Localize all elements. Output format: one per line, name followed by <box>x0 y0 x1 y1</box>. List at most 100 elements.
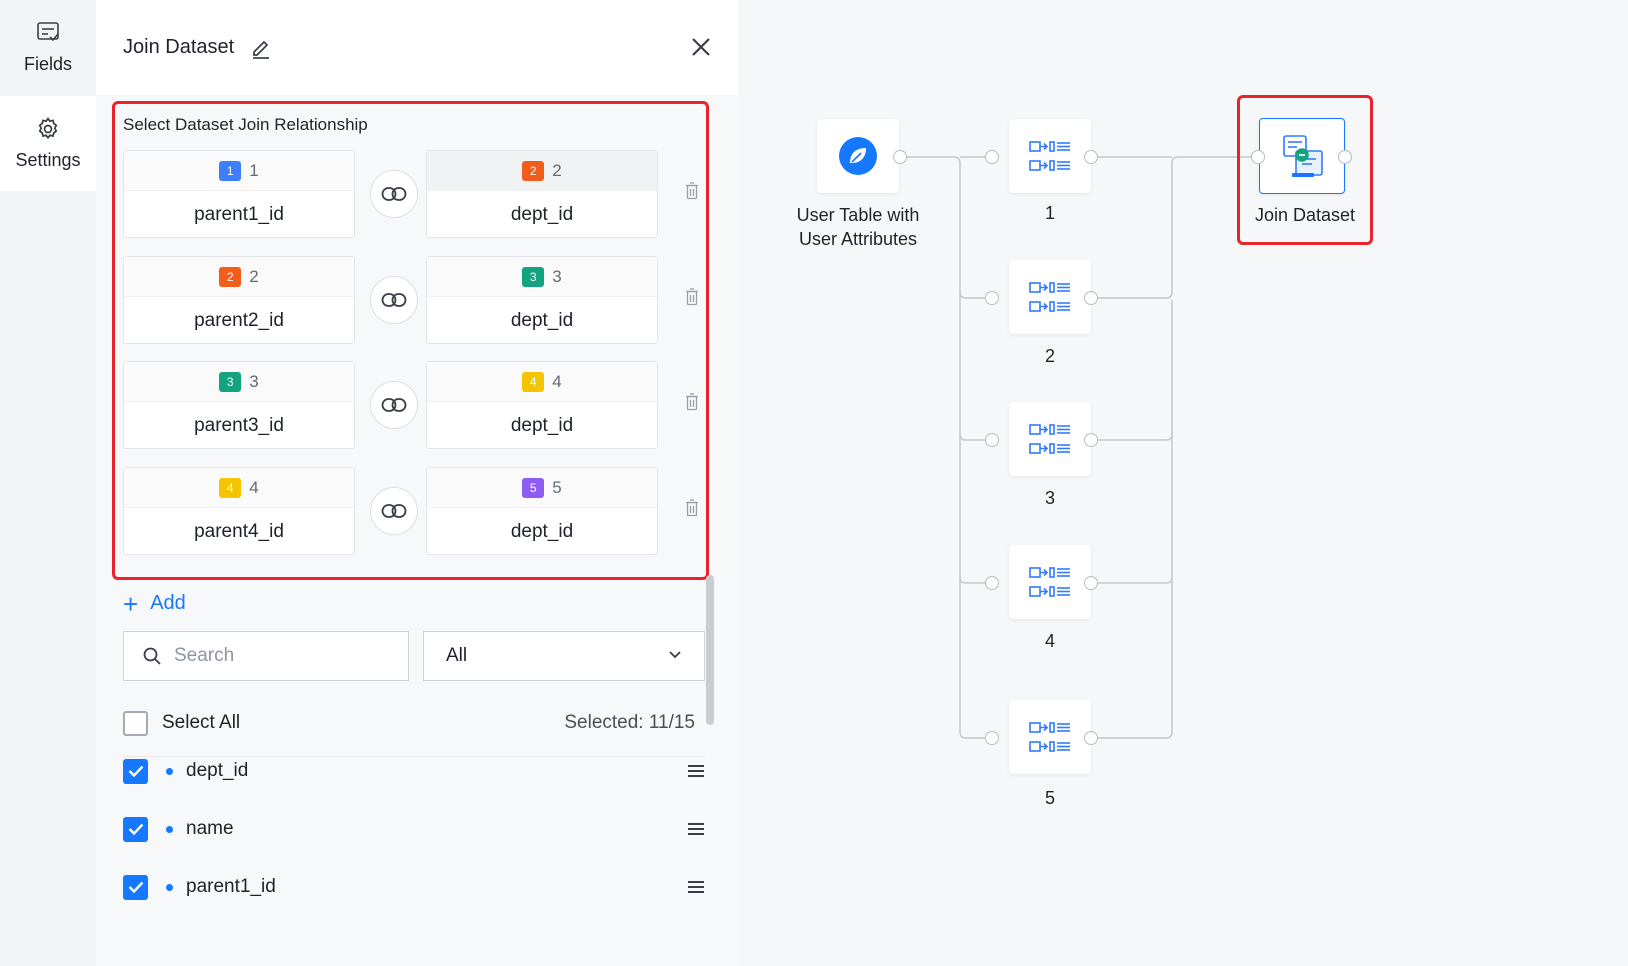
field-list-item: name <box>123 809 705 849</box>
dataset-node-1[interactable] <box>1009 119 1091 193</box>
search-input[interactable] <box>174 645 394 667</box>
select-all-row: Select All Selected: 11/15 <box>123 705 705 741</box>
input-port[interactable] <box>985 731 999 745</box>
field-checkbox[interactable] <box>123 874 148 900</box>
dataset-number: 5 <box>552 477 562 497</box>
dataset-badge-icon: 5 <box>522 477 545 498</box>
pencil-icon[interactable] <box>250 37 272 59</box>
selected-count: Selected: 11/15 <box>564 712 695 733</box>
left-dataset-field[interactable]: 11 parent1_id <box>123 150 355 238</box>
dataset-badge-icon: 2 <box>219 266 242 287</box>
dataset-node-4[interactable] <box>1009 545 1091 619</box>
right-dataset-field[interactable]: 44 dept_id <box>426 361 658 449</box>
dataset-split-icon <box>1029 141 1070 171</box>
link-icon[interactable] <box>370 487 418 535</box>
output-port[interactable] <box>1084 433 1098 447</box>
join-dataset-node[interactable] <box>1259 118 1345 194</box>
field-name: parent4_id <box>194 520 284 542</box>
add-label: Add <box>150 592 186 614</box>
field-dot-icon <box>166 825 173 833</box>
field-checkbox[interactable] <box>123 758 148 784</box>
dataset-number: 2 <box>249 266 259 286</box>
left-dataset-field[interactable]: 44 parent4_id <box>123 467 355 555</box>
drag-handle-icon[interactable] <box>687 822 705 836</box>
close-icon[interactable] <box>690 36 712 63</box>
rail-item-label: Fields <box>23 54 72 74</box>
right-dataset-field[interactable]: 33 dept_id <box>426 256 658 344</box>
fields-icon <box>37 22 59 42</box>
field-name: parent2_id <box>194 309 284 331</box>
dataset-node-5[interactable] <box>1009 700 1091 774</box>
rail-item-label: Settings <box>15 150 81 170</box>
node-label: 4 <box>1044 631 1055 651</box>
dataset-badge-icon: 1 <box>219 160 242 181</box>
field-type-select[interactable]: All <box>423 631 705 681</box>
drag-handle-icon[interactable] <box>687 880 705 894</box>
dataset-number: 4 <box>249 477 259 497</box>
search-field[interactable] <box>123 631 409 681</box>
right-dataset-field[interactable]: 22 dept_id <box>426 150 658 238</box>
input-port[interactable] <box>985 150 999 164</box>
panel-title: Join Dataset <box>123 36 235 58</box>
relationship-title: Select Dataset Join Relationship <box>123 115 368 134</box>
output-port[interactable] <box>1084 150 1098 164</box>
dataset-node-2[interactable] <box>1009 260 1091 334</box>
field-dot-icon <box>166 767 173 775</box>
trash-icon[interactable] <box>685 393 699 416</box>
output-port[interactable] <box>1084 576 1098 590</box>
rail-item-fields[interactable]: Fields <box>0 0 96 95</box>
dataset-number: 3 <box>552 266 562 286</box>
input-port[interactable] <box>985 291 999 305</box>
search-icon <box>143 647 161 665</box>
dataset-split-icon <box>1029 282 1070 312</box>
trash-icon[interactable] <box>685 499 699 522</box>
node-label: Join Dataset <box>1254 205 1356 225</box>
output-port[interactable] <box>1084 731 1098 745</box>
field-name: dept_id <box>186 760 249 781</box>
dataset-split-icon <box>1029 567 1070 597</box>
left-rail: Fields Settings <box>0 0 96 966</box>
left-dataset-field[interactable]: 22 parent2_id <box>123 256 355 344</box>
field-name: parent1_id <box>186 876 276 897</box>
input-port[interactable] <box>1251 150 1265 164</box>
check-icon <box>128 823 143 835</box>
dataset-split-icon <box>1029 424 1070 454</box>
panel-scrollbar[interactable] <box>706 575 714 725</box>
field-dot-icon <box>166 883 173 891</box>
leaf-icon <box>839 137 877 175</box>
drag-handle-icon[interactable] <box>687 764 705 778</box>
node-label: User Table with User Attributes <box>796 205 920 249</box>
trash-icon[interactable] <box>685 288 699 311</box>
node-label: 1 <box>1044 203 1055 223</box>
link-icon[interactable] <box>370 276 418 324</box>
output-port[interactable] <box>1338 150 1352 164</box>
node-label: 3 <box>1044 488 1055 508</box>
dataset-badge-icon: 4 <box>219 477 242 498</box>
check-icon <box>128 765 143 777</box>
link-icon[interactable] <box>370 381 418 429</box>
dataset-node-3[interactable] <box>1009 402 1091 476</box>
trash-icon[interactable] <box>685 182 699 205</box>
left-dataset-field[interactable]: 33 parent3_id <box>123 361 355 449</box>
field-name: parent3_id <box>194 414 284 436</box>
check-icon <box>128 881 143 893</box>
output-port[interactable] <box>1084 291 1098 305</box>
link-icon[interactable] <box>370 170 418 218</box>
field-name: dept_id <box>510 520 574 542</box>
field-name: parent1_id <box>194 203 284 225</box>
rail-item-settings[interactable]: Settings <box>0 96 96 191</box>
dataset-badge-icon: 4 <box>522 371 545 392</box>
input-port[interactable] <box>985 433 999 447</box>
flow-canvas: User Table with User Attributes 1 2 3 4 … <box>738 0 1628 966</box>
join-dataset-panel: Join Dataset Select Dataset Join Relatio… <box>96 0 738 966</box>
input-port[interactable] <box>985 576 999 590</box>
source-node[interactable] <box>817 119 899 193</box>
gear-icon <box>38 117 58 140</box>
output-port[interactable] <box>893 150 907 164</box>
right-dataset-field[interactable]: 55 dept_id <box>426 467 658 555</box>
field-list-item: parent1_id <box>123 867 705 907</box>
field-checkbox[interactable] <box>123 816 148 842</box>
join-relation-row: 33 parent3_id 44 dept_id <box>123 361 698 449</box>
add-relation-button[interactable]: + Add <box>123 591 186 617</box>
select-all-checkbox[interactable] <box>123 710 148 736</box>
